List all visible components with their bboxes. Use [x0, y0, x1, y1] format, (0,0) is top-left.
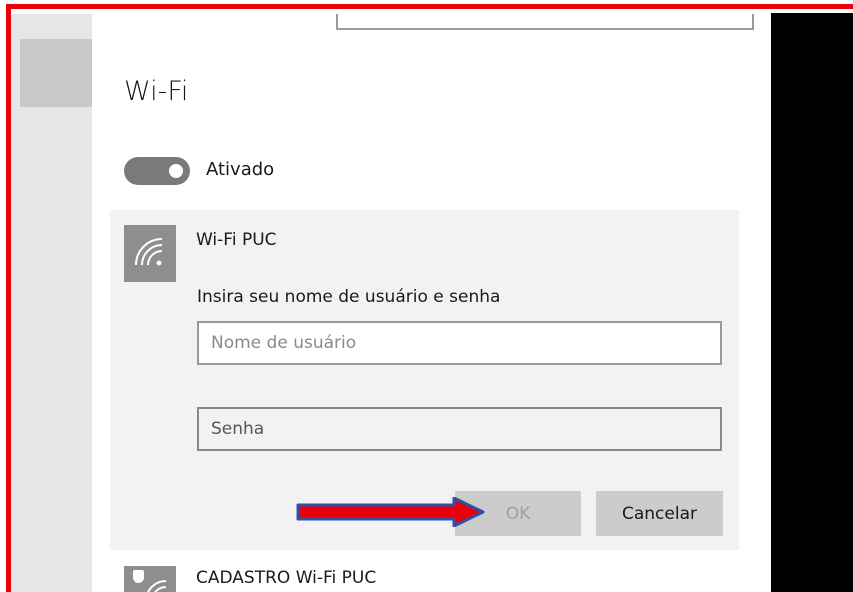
cancel-button[interactable]: Cancelar	[596, 491, 723, 536]
network-name-secondary[interactable]: CADASTRO Wi-Fi PUC	[196, 568, 376, 588]
sidebar-selected-tile[interactable]	[20, 39, 92, 107]
wifi-toggle[interactable]	[124, 157, 190, 185]
username-input[interactable]	[197, 321, 722, 365]
toggle-label: Ativado	[206, 159, 275, 180]
shield-wifi-icon	[124, 566, 176, 592]
arrow-right-icon	[296, 497, 485, 527]
credentials-prompt: Insira seu nome de usuário e senha	[197, 287, 501, 307]
network-name: Wi-Fi PUC	[196, 230, 277, 250]
black-panel	[771, 13, 853, 592]
page-title: Wi-Fi	[124, 76, 189, 107]
search-box[interactable]	[336, 14, 754, 30]
toggle-knob	[169, 164, 183, 178]
password-input[interactable]	[197, 407, 722, 451]
wifi-icon	[124, 225, 176, 282]
